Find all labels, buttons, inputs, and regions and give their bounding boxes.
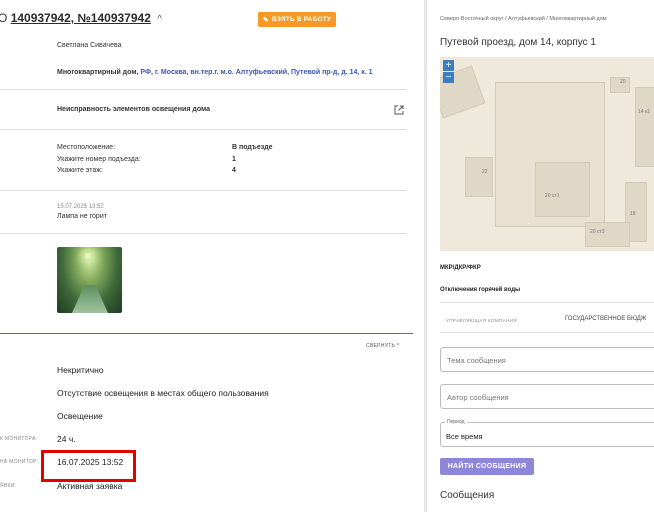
subcategory-value: Освещение (57, 411, 103, 421)
attached-photo[interactable] (57, 247, 122, 313)
comment-date: 15.07.2025 13:52 (57, 204, 104, 210)
management-company-value: ГОСУДАРСТВЕННОЕ БЮДЖ (565, 316, 647, 322)
divider (0, 190, 406, 191)
category-value: Отсутствие освещения в местах общего пол… (57, 388, 269, 398)
location-value-2: 4 (232, 167, 236, 174)
applicant-name: Светлана Сивачева (57, 42, 122, 49)
status-value: Активная заявка (57, 481, 123, 491)
monitor-deadline-value: 24 ч. (57, 434, 76, 444)
chevron-up-icon[interactable]: ^ (157, 14, 162, 25)
map-label: 20 ст1 (545, 193, 560, 199)
find-messages-button[interactable]: НАЙТИ СООБЩЕНИЯ (440, 458, 534, 475)
status-label: ЯВКИ: (0, 483, 17, 489)
map-label: 22 (482, 169, 488, 175)
breadcrumb: Северо-Восточный округ / Алтуфьевский / … (440, 16, 607, 22)
object-address-link[interactable]: РФ, г. Москва, вн.тер.г. м.о. Алтуфьевск… (140, 69, 372, 76)
object-panel: Северо-Восточный округ / Алтуфьевский / … (427, 0, 654, 512)
divider (0, 89, 406, 90)
management-company-label: УПРАВЛЯЮЩАЯ КОМПАНИЯ (446, 318, 518, 323)
map-zoom-controls: + − (443, 60, 454, 83)
map-label: 14 к1 (638, 109, 650, 115)
location-value-0: В подъезде (232, 144, 273, 151)
pencil-icon: ✎ (262, 16, 269, 24)
message-author-input[interactable]: Автор сообщения (440, 384, 654, 409)
period-select[interactable]: Период Все время (440, 419, 654, 447)
divider (0, 129, 406, 130)
highlight-box (41, 450, 136, 482)
object-line: Многоквартирный дом, РФ, г. Москва, вн.т… (57, 69, 373, 76)
location-label-1: Укажите номер подъезда: (57, 156, 141, 163)
problem-title: Неисправность элементов освещения дома (57, 106, 210, 113)
map-building (465, 157, 493, 197)
hot-water-label: Отключения горячей воды (440, 287, 521, 293)
divider (440, 302, 654, 303)
comment-text: Лампа не горит (57, 213, 107, 220)
open-external-icon[interactable] (394, 105, 404, 115)
section-divider (0, 333, 413, 334)
divider (440, 332, 654, 333)
criticality-value: Некритично (57, 365, 104, 375)
location-label-0: Местоположение: (57, 144, 116, 151)
object-type: Многоквартирный дом, (57, 69, 139, 76)
message-author-placeholder: Автор сообщения (447, 393, 509, 402)
message-topic-input[interactable]: Тема сообщения (440, 347, 654, 372)
location-value-1: 1 (232, 156, 236, 163)
monitor-deadline-label: К МОНИТОРА: (0, 436, 38, 442)
ticket-title-prefix: О (0, 11, 8, 25)
ticket-numbers[interactable]: 140937942, №140937942 (11, 11, 151, 25)
corridor-image-detail (72, 285, 108, 313)
collapse-button[interactable]: СВЕРНУТЬ ^ (366, 343, 399, 349)
object-address-title: Путевой проезд, дом 14, корпус 1 (440, 37, 596, 48)
period-value: Все время (446, 432, 483, 441)
take-to-work-button[interactable]: ✎ ВЗЯТЬ В РАБОТУ (258, 12, 336, 27)
zoom-out-button[interactable]: − (443, 72, 454, 83)
take-to-work-label: ВЗЯТЬ В РАБОТУ (271, 16, 332, 23)
message-topic-placeholder: Тема сообщения (447, 356, 506, 365)
monitor-date-label: НА МОНИТОР: (0, 459, 39, 465)
map-label: 20 ст3 (590, 229, 605, 235)
map-building (635, 87, 654, 167)
map-label: 20 (620, 79, 626, 85)
ticket-title: О 140937942, №140937942 ^ (0, 11, 162, 25)
period-legend: Период (445, 419, 467, 425)
messages-heading: Сообщения (440, 490, 495, 501)
lamp-image-detail (85, 253, 91, 259)
map-building (535, 162, 590, 217)
divider (0, 233, 406, 234)
map-label: 18 (630, 211, 636, 217)
location-label-2: Укажите этаж: (57, 167, 103, 174)
ticket-panel: О 140937942, №140937942 ^ ✎ ВЗЯТЬ В РАБО… (0, 0, 424, 512)
map[interactable]: 20 14 к1 22 20 ст1 18 20 ст3 + − (440, 57, 654, 251)
zoom-in-button[interactable]: + (443, 60, 454, 71)
mkr-label: МКР/ДКР/ФКР (440, 265, 481, 271)
